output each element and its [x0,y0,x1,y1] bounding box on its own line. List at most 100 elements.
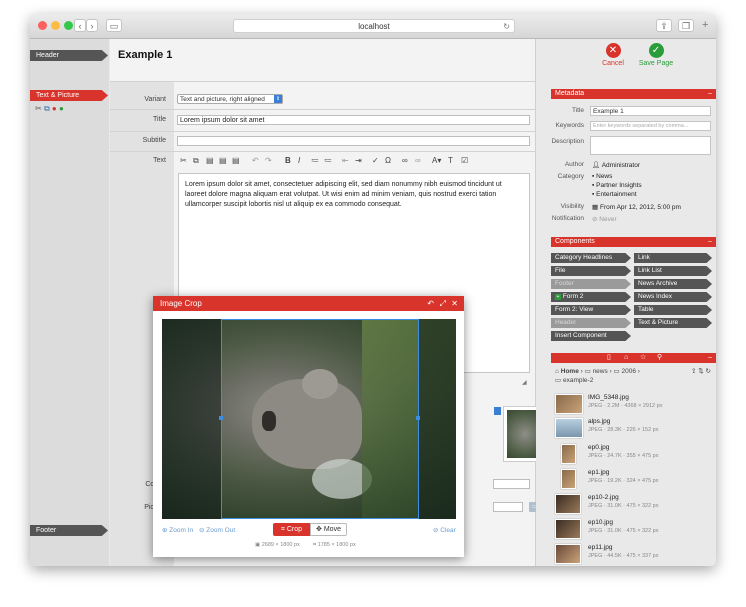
bold-icon[interactable]: B [285,156,291,165]
cancel-button[interactable]: ✕ Cancel [598,43,628,67]
crop-handle-right[interactable] [416,416,420,420]
file-tab-icon[interactable]: ▯ [607,353,611,363]
row-divider [110,151,535,152]
close-icon[interactable]: ✕ [451,296,458,311]
component-news-index[interactable]: News Index [634,292,712,302]
meta-title-input[interactable]: Example 1 [590,106,711,116]
paste-text-icon[interactable]: ▤ [219,156,227,165]
zoom-out-button[interactable]: ⊖ Zoom Out [199,526,235,534]
new-tab-icon[interactable]: + [702,19,708,31]
tabs-icon[interactable]: ❐ [678,19,694,32]
numbered-list-icon[interactable]: ≔ [311,156,319,165]
paste-word-icon[interactable]: ▤ [232,156,240,165]
components-header[interactable]: Components – [551,237,716,247]
component-link-list[interactable]: Link List [634,266,712,276]
picture-path-input[interactable] [493,502,523,512]
component-news-archive[interactable]: News Archive [634,279,712,289]
collapse-icon[interactable]: – [708,89,712,99]
search-tab-icon[interactable]: ⚲ [657,353,662,363]
minimize-window-button[interactable] [51,21,60,30]
home-tab-icon[interactable]: ⌂ [624,353,628,363]
share-icon[interactable]: ⇪ [656,19,672,32]
meta-keywords-input[interactable]: Enter keywords separated by comma... [590,121,711,131]
meta-description-input[interactable] [590,136,711,155]
delete-icon[interactable]: ● [52,104,57,113]
redo-icon[interactable]: ↷ [265,156,272,165]
sidebar-toggle-icon[interactable]: ▭ [106,19,122,32]
component-text-picture[interactable]: Text & Picture [634,318,712,328]
indent-icon[interactable]: ⇥ [355,156,362,165]
forward-button[interactable]: › [86,19,98,32]
component-file[interactable]: File [551,266,631,276]
subtitle-label: Subtitle [142,137,166,144]
refresh-icon[interactable]: ↻ [706,368,711,375]
special-char-icon[interactable]: Ω [385,156,391,165]
undo-icon[interactable]: ↶ [252,156,259,165]
maximize-window-button[interactable] [64,21,73,30]
copy-icon[interactable]: ⧉ [193,156,199,166]
metadata-header[interactable]: Metadata – [551,89,716,99]
breadcrumb-news[interactable]: news [593,368,608,375]
crop-mode-button[interactable]: ⌗ Crop [273,523,310,536]
link-icon[interactable]: ∞ [402,156,408,165]
file-item[interactable]: ep11.jpg JPEG · 44.5K · 475 × 337 px [555,542,715,566]
file-item[interactable]: ep1.jpg JPEG · 19.2K · 324 × 475 px [555,467,715,491]
cut-icon[interactable]: ✂ [180,156,187,165]
subtitle-input[interactable] [177,136,530,146]
meta-notification-value: ⊘ Never [592,215,617,223]
clear-button[interactable]: ⊘ Clear [433,526,456,534]
rail-text-picture-tag[interactable]: Text & Picture [30,90,108,101]
move-mode-button[interactable]: ✥ Move [310,523,347,536]
breadcrumb-home[interactable]: Home [561,368,579,375]
file-item[interactable]: IMG_5348.jpg JPEG · 2.2M · 4368 × 2912 px [555,392,715,416]
save-page-button[interactable]: ✓ Save Page [636,43,676,67]
breadcrumb-year[interactable]: 2006 [622,368,636,375]
outdent-icon[interactable]: ⇤ [342,156,349,165]
spellcheck-icon[interactable]: ✓ [372,156,379,165]
variant-select[interactable]: Text and picture, right aligned ⇕ [177,94,283,104]
breadcrumb-folder[interactable]: example-2 [563,377,593,384]
collapse-icon[interactable]: – [708,237,712,247]
file-thumbnail [555,494,581,514]
collapse-icon[interactable]: – [708,353,712,363]
reload-icon[interactable]: ↻ [503,20,510,33]
component-insert[interactable]: Insert Component [551,331,631,341]
crop-canvas[interactable] [162,319,456,519]
component-form-2-view[interactable]: Form 2: View [551,305,631,315]
cut-icon[interactable]: ✂ [35,104,42,113]
sort-icon[interactable]: ⇅ [698,368,703,375]
text-color-icon[interactable]: A▾ [432,156,441,165]
file-item[interactable]: ep10.jpg JPEG · 31.0K · 475 × 322 px [555,517,715,541]
star-tab-icon[interactable]: ☆ [640,353,646,363]
upload-icon[interactable]: ⇪ [691,368,696,375]
resize-handle-icon[interactable]: ◢ [522,379,527,386]
expand-icon[interactable]: ⤢ [440,296,446,311]
italic-icon[interactable]: I [298,156,300,165]
crop-handle-left[interactable] [219,416,223,420]
component-category-headlines[interactable]: Category Headlines [551,253,631,263]
address-bar[interactable]: localhost ↻ [233,19,515,33]
rail-footer-tag[interactable]: Footer [30,525,108,536]
paste-icon[interactable]: ▤ [206,156,214,165]
breadcrumb-home-icon[interactable]: ⌂ [555,368,559,375]
close-window-button[interactable] [38,21,47,30]
copy-icon[interactable]: ⧉ [44,104,50,113]
file-item[interactable]: alps.jpg JPEG · 28.3K · 226 × 152 px [555,416,715,440]
title-input[interactable]: Lorem ipsum dolor sit amet [177,115,530,125]
clear-format-icon[interactable]: T [448,156,453,165]
component-link[interactable]: Link [634,253,712,263]
unlink-icon[interactable]: ∞ [415,156,421,165]
rail-header-tag[interactable]: Header [30,50,108,61]
component-form-2[interactable]: + Form 2 [551,292,631,302]
component-table[interactable]: Table [634,305,712,315]
file-item[interactable]: ep0.jpg JPEG · 24.7K · 355 × 475 px [555,442,715,466]
crop-selection[interactable] [221,319,419,519]
ok-icon[interactable]: ● [59,104,64,113]
zoom-in-button[interactable]: ⊕ Zoom In [162,526,193,534]
pic-comment-input[interactable] [493,479,530,489]
checkbox-icon[interactable]: ☑ [461,156,468,165]
back-button[interactable]: ‹ [74,19,86,32]
bullet-list-icon[interactable]: ≔ [324,156,332,165]
reset-icon[interactable]: ↶ [427,296,434,311]
file-item[interactable]: ep10-2.jpg JPEG · 31.0K · 475 × 322 px [555,492,715,516]
